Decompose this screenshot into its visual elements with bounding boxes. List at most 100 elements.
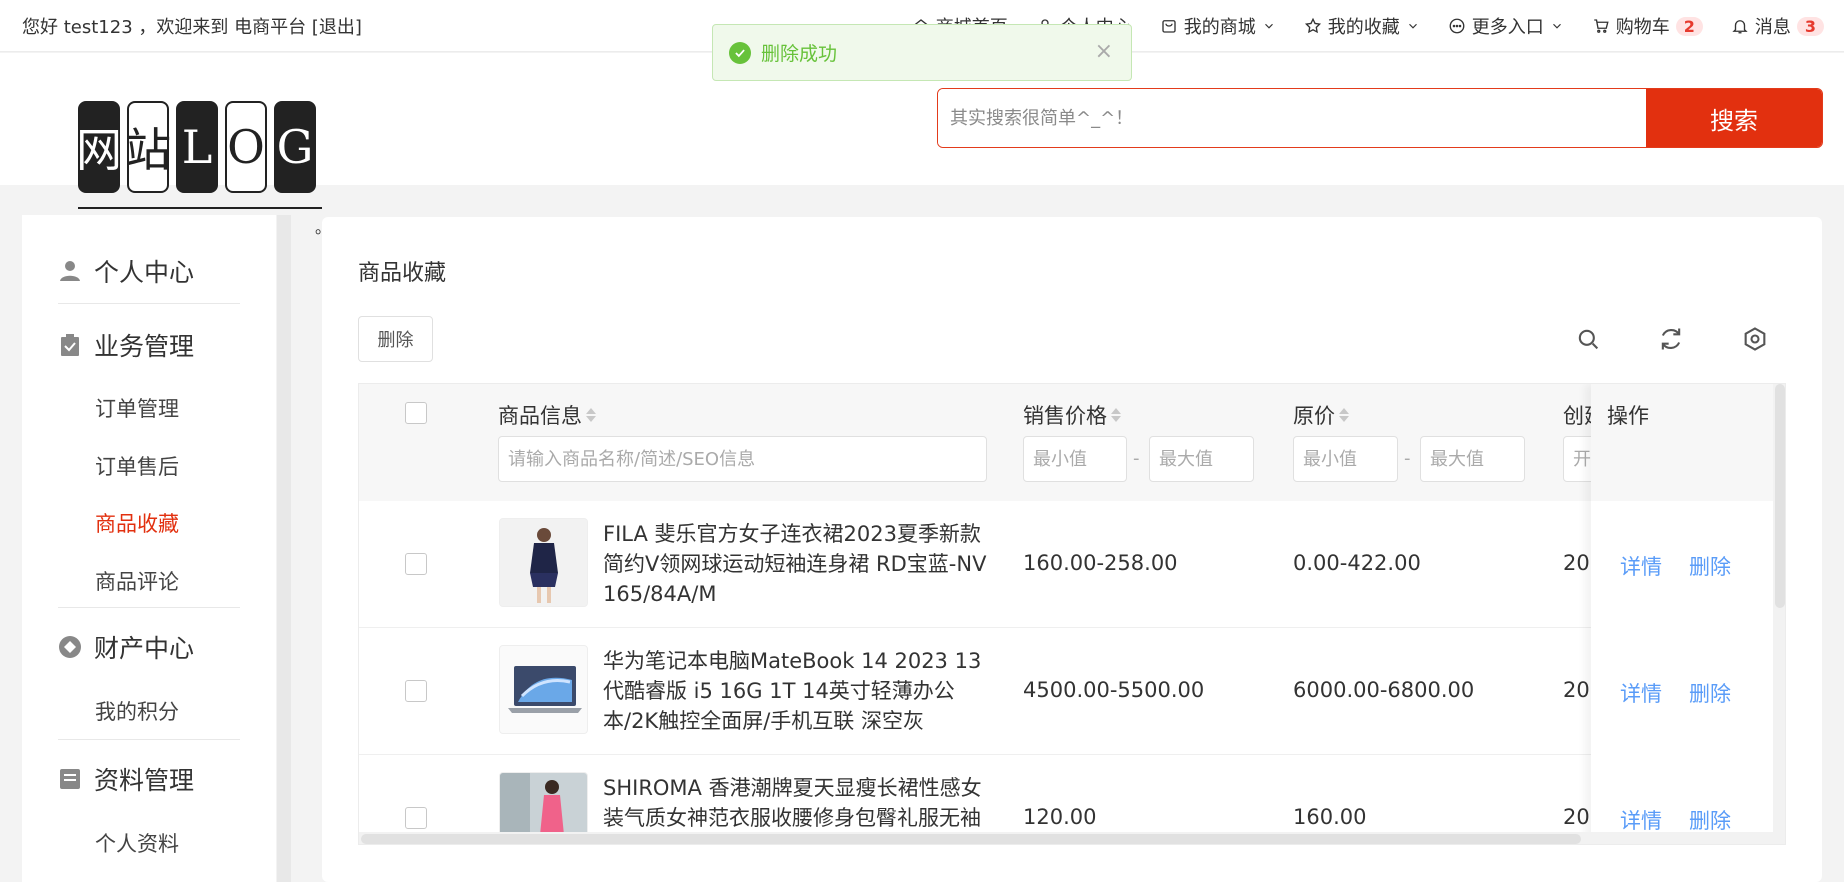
column-label: 原价 xyxy=(1293,404,1335,428)
sidebar-item-profile[interactable]: 个人资料 xyxy=(95,828,179,858)
table-row[interactable]: 华为笔记本电脑MateBook 14 2023 13代酷睿版 i5 16G 1T… xyxy=(359,628,1785,755)
original-price: 6000.00-6800.00 xyxy=(1293,678,1475,702)
main-panel: 商品收藏 删除 商品信息 销售价格 原价 创建 - xyxy=(322,217,1822,882)
search-input[interactable] xyxy=(938,89,1646,147)
dots-icon xyxy=(1449,18,1465,34)
sort-icon[interactable] xyxy=(1339,408,1349,422)
refresh-icon[interactable] xyxy=(1657,325,1685,353)
detail-link[interactable]: 详情 xyxy=(1620,551,1662,581)
product-name[interactable]: 华为笔记本电脑MateBook 14 2023 13代酷睿版 i5 16G 1T… xyxy=(603,646,993,736)
section-title: 财产中心 xyxy=(94,634,195,663)
row-checkbox[interactable] xyxy=(405,807,427,829)
settings-icon[interactable] xyxy=(1741,325,1769,353)
inbox-icon xyxy=(60,769,80,789)
sort-icon[interactable] xyxy=(1111,408,1121,422)
clipboard-icon xyxy=(61,334,79,356)
chevron-down-icon xyxy=(1408,23,1417,29)
sale-price: 4500.00-5500.00 xyxy=(1023,678,1205,702)
sidebar-item-after-sales[interactable]: 订单售后 xyxy=(95,451,179,481)
table-row[interactable]: FILA 斐乐官方女子连衣裙2023夏季新款简约V领网球运动短袖连身裙 RD宝蓝… xyxy=(359,501,1785,628)
sidebar: 个人中心 业务管理 订单管理 订单售后 商品收藏 商品评论 财产中心 我的积分 … xyxy=(22,215,276,882)
chevron-down-icon xyxy=(1264,23,1273,29)
logo-char-4: O xyxy=(225,101,267,193)
nav-more[interactable]: 更多入口 xyxy=(1448,13,1564,39)
logo-underline xyxy=(78,207,322,209)
favorites-table: 商品信息 销售价格 原价 创建 - - xyxy=(358,383,1786,845)
toast-message: 删除成功 xyxy=(761,43,838,65)
search-icon[interactable] xyxy=(1574,325,1602,353)
search-button[interactable]: 搜索 xyxy=(1646,89,1822,147)
star-icon xyxy=(1304,17,1321,34)
diamond-icon xyxy=(59,636,81,658)
divider xyxy=(58,739,240,740)
sidebar-item-reviews[interactable]: 商品评论 xyxy=(95,566,179,596)
table-header: 商品信息 销售价格 原价 创建 - - xyxy=(359,384,1785,501)
original-price: 160.00 xyxy=(1293,805,1367,829)
price-min-input[interactable] xyxy=(1023,436,1127,482)
product-filter-input[interactable] xyxy=(498,436,987,482)
delete-link[interactable]: 删除 xyxy=(1689,678,1731,708)
sidebar-item-favorites[interactable]: 商品收藏 xyxy=(95,508,179,538)
delete-link[interactable]: 删除 xyxy=(1689,551,1731,581)
operations-header: 操作 xyxy=(1591,384,1773,501)
bag-icon xyxy=(1162,20,1176,33)
column-product[interactable]: 商品信息 xyxy=(498,400,596,430)
column-price[interactable]: 销售价格 xyxy=(1023,400,1121,430)
product-name[interactable]: FILA 斐乐官方女子连衣裙2023夏季新款简约V领网球运动短袖连身裙 RD宝蓝… xyxy=(603,519,993,609)
sidebar-section-profile[interactable]: 资料管理 xyxy=(58,761,194,797)
logo-char-1: 网 xyxy=(76,101,122,193)
sale-price: 120.00 xyxy=(1023,805,1097,829)
nav-my-mall-label: 我的商城 xyxy=(1183,17,1256,38)
range-dash: - xyxy=(1404,448,1411,469)
nav-more-label: 更多入口 xyxy=(1471,17,1544,38)
section-title: 业务管理 xyxy=(94,332,195,361)
column-original[interactable]: 原价 xyxy=(1293,400,1349,430)
table-horizontal-scrollbar[interactable] xyxy=(359,832,1773,844)
select-all-checkbox[interactable] xyxy=(405,402,427,424)
column-label: 操作 xyxy=(1607,404,1649,428)
product-name[interactable]: SHIROMA 香港潮牌夏天显瘦长裙性感女装气质女神范衣服收腰修身包臀礼服无袖 xyxy=(603,773,993,833)
table-vertical-scrollbar[interactable] xyxy=(1773,384,1785,844)
nav-messages[interactable]: 消息 3 xyxy=(1731,13,1824,39)
sidebar-item-orders[interactable]: 订单管理 xyxy=(95,393,179,423)
sidebar-item-points[interactable]: 我的积分 xyxy=(95,696,179,726)
batch-delete-button[interactable]: 删除 xyxy=(358,316,433,362)
sidebar-scrollbar[interactable] xyxy=(277,215,291,882)
nav-my-mall[interactable]: 我的商城 xyxy=(1160,13,1276,39)
operations-column: 操作 详情 删除 详情 删除 详情 删除 xyxy=(1591,384,1773,844)
scrollbar-thumb[interactable] xyxy=(361,834,1581,844)
toast-close-icon[interactable]: × xyxy=(1095,39,1113,64)
original-max-input[interactable] xyxy=(1420,436,1525,482)
delete-link[interactable]: 删除 xyxy=(1689,805,1731,835)
section-title: 个人中心 xyxy=(94,258,195,287)
bell-icon xyxy=(1732,20,1748,34)
range-dash: - xyxy=(1133,448,1140,469)
row-checkbox[interactable] xyxy=(405,680,427,702)
scrollbar-thumb[interactable] xyxy=(1775,384,1785,608)
detail-link[interactable]: 详情 xyxy=(1620,678,1662,708)
divider xyxy=(58,607,240,608)
sidebar-section-assets[interactable]: 财产中心 xyxy=(58,629,194,665)
success-toast: 删除成功 × xyxy=(712,24,1132,81)
original-price: 0.00-422.00 xyxy=(1293,551,1421,575)
column-label: 销售价格 xyxy=(1023,404,1107,428)
page-title: 商品收藏 xyxy=(358,261,447,286)
price-max-input[interactable] xyxy=(1149,436,1254,482)
nav-cart[interactable]: 购物车 2 xyxy=(1592,13,1703,39)
sidebar-section-personal[interactable]: 个人中心 xyxy=(58,253,194,289)
detail-link[interactable]: 详情 xyxy=(1620,805,1662,835)
product-thumbnail[interactable] xyxy=(499,645,588,734)
person-icon xyxy=(60,261,80,281)
cart-count-badge: 2 xyxy=(1675,16,1703,36)
product-thumbnail[interactable] xyxy=(499,518,588,607)
logo-char-5: G xyxy=(274,101,316,193)
sidebar-section-business[interactable]: 业务管理 xyxy=(58,327,194,363)
message-count-badge: 3 xyxy=(1796,16,1824,36)
sort-icon[interactable] xyxy=(586,408,596,422)
site-logo[interactable]: 网 站 L O G xyxy=(76,101,316,193)
nav-cart-label: 购物车 xyxy=(1615,17,1670,38)
row-checkbox[interactable] xyxy=(405,553,427,575)
logo-char-2: 站 xyxy=(125,101,171,193)
nav-favorites[interactable]: 我的收藏 xyxy=(1304,13,1420,39)
original-min-input[interactable] xyxy=(1293,436,1398,482)
